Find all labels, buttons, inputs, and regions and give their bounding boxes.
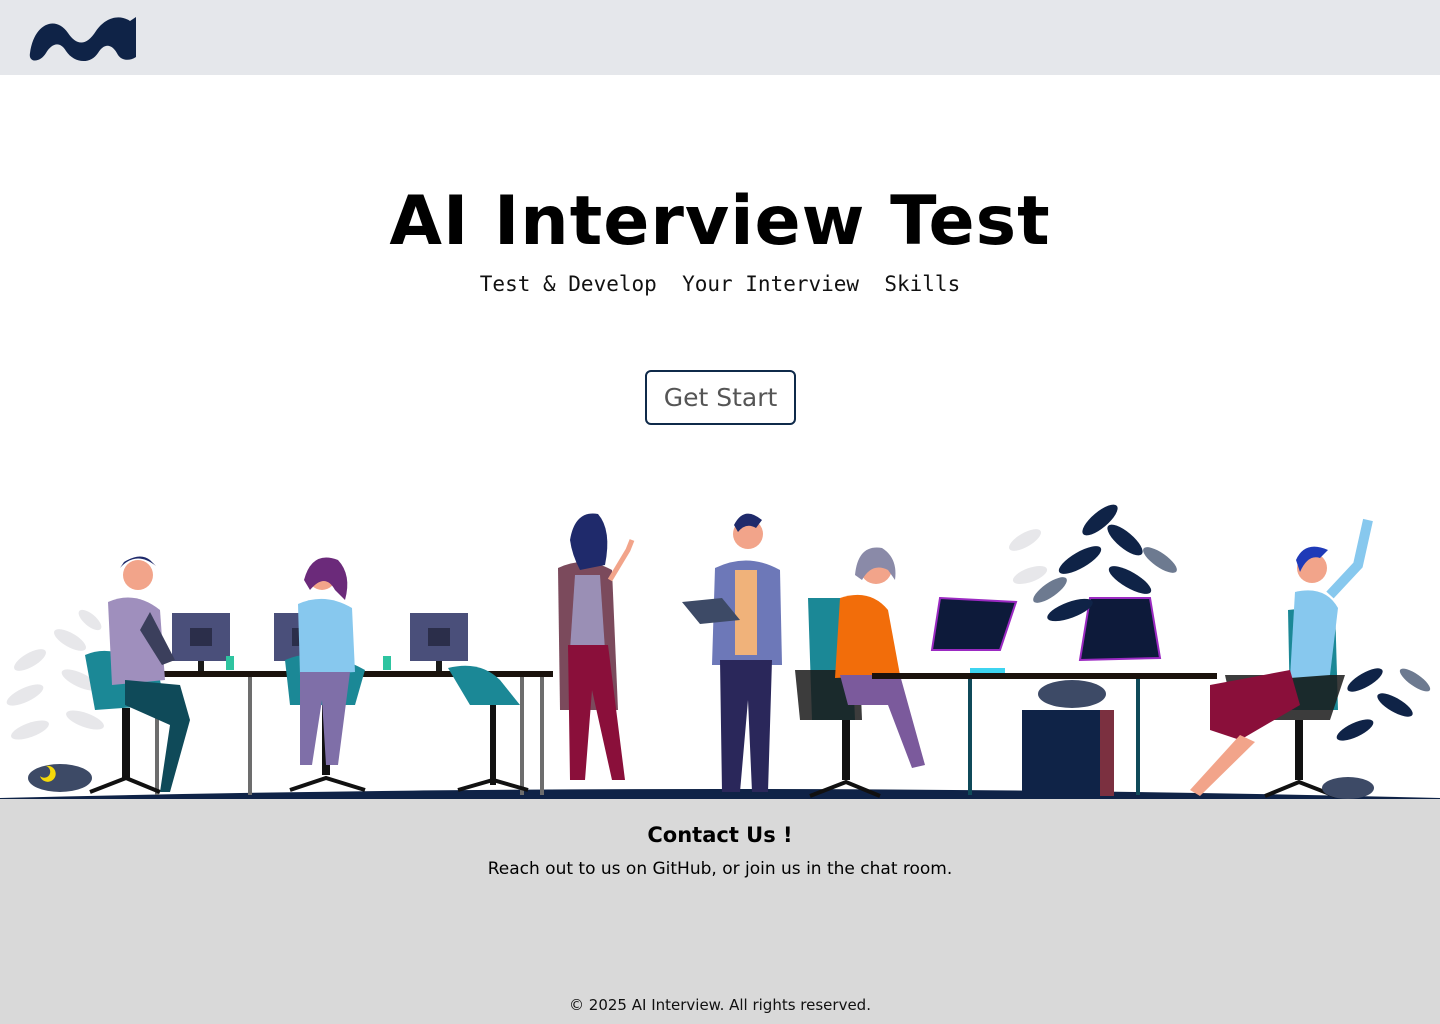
top-header [0, 0, 1440, 75]
contact-text: Reach out to us on GitHub, or join us in… [487, 859, 953, 879]
person-standing-man-icon [682, 513, 782, 792]
person-seated-orange-icon [795, 547, 925, 798]
person-waving-woman-icon [1190, 518, 1373, 798]
contact-title: Contact Us ! [647, 823, 793, 847]
wave-logo-icon[interactable] [26, 13, 138, 63]
copyright-symbol: © [569, 996, 584, 1014]
copyright: © 2025 AI Interview. All rights reserved… [0, 996, 1440, 1014]
page-title: AI Interview Test [389, 182, 1051, 261]
office-team-illustration [0, 504, 1440, 800]
plant-left-icon [6, 609, 104, 792]
copyright-year: 2025 [588, 996, 627, 1014]
site-footer: Contact Us ! Reach out to us on GitHub, … [0, 799, 1440, 1024]
person-standing-woman-icon [558, 513, 635, 780]
page-subtitle: Test & Develop Your Interview Skills [479, 272, 961, 296]
copyright-text: AI Interview. All rights reserved. [631, 996, 871, 1014]
person-seated-woman-icon [285, 557, 366, 792]
get-start-button[interactable]: Get Start [645, 370, 796, 425]
